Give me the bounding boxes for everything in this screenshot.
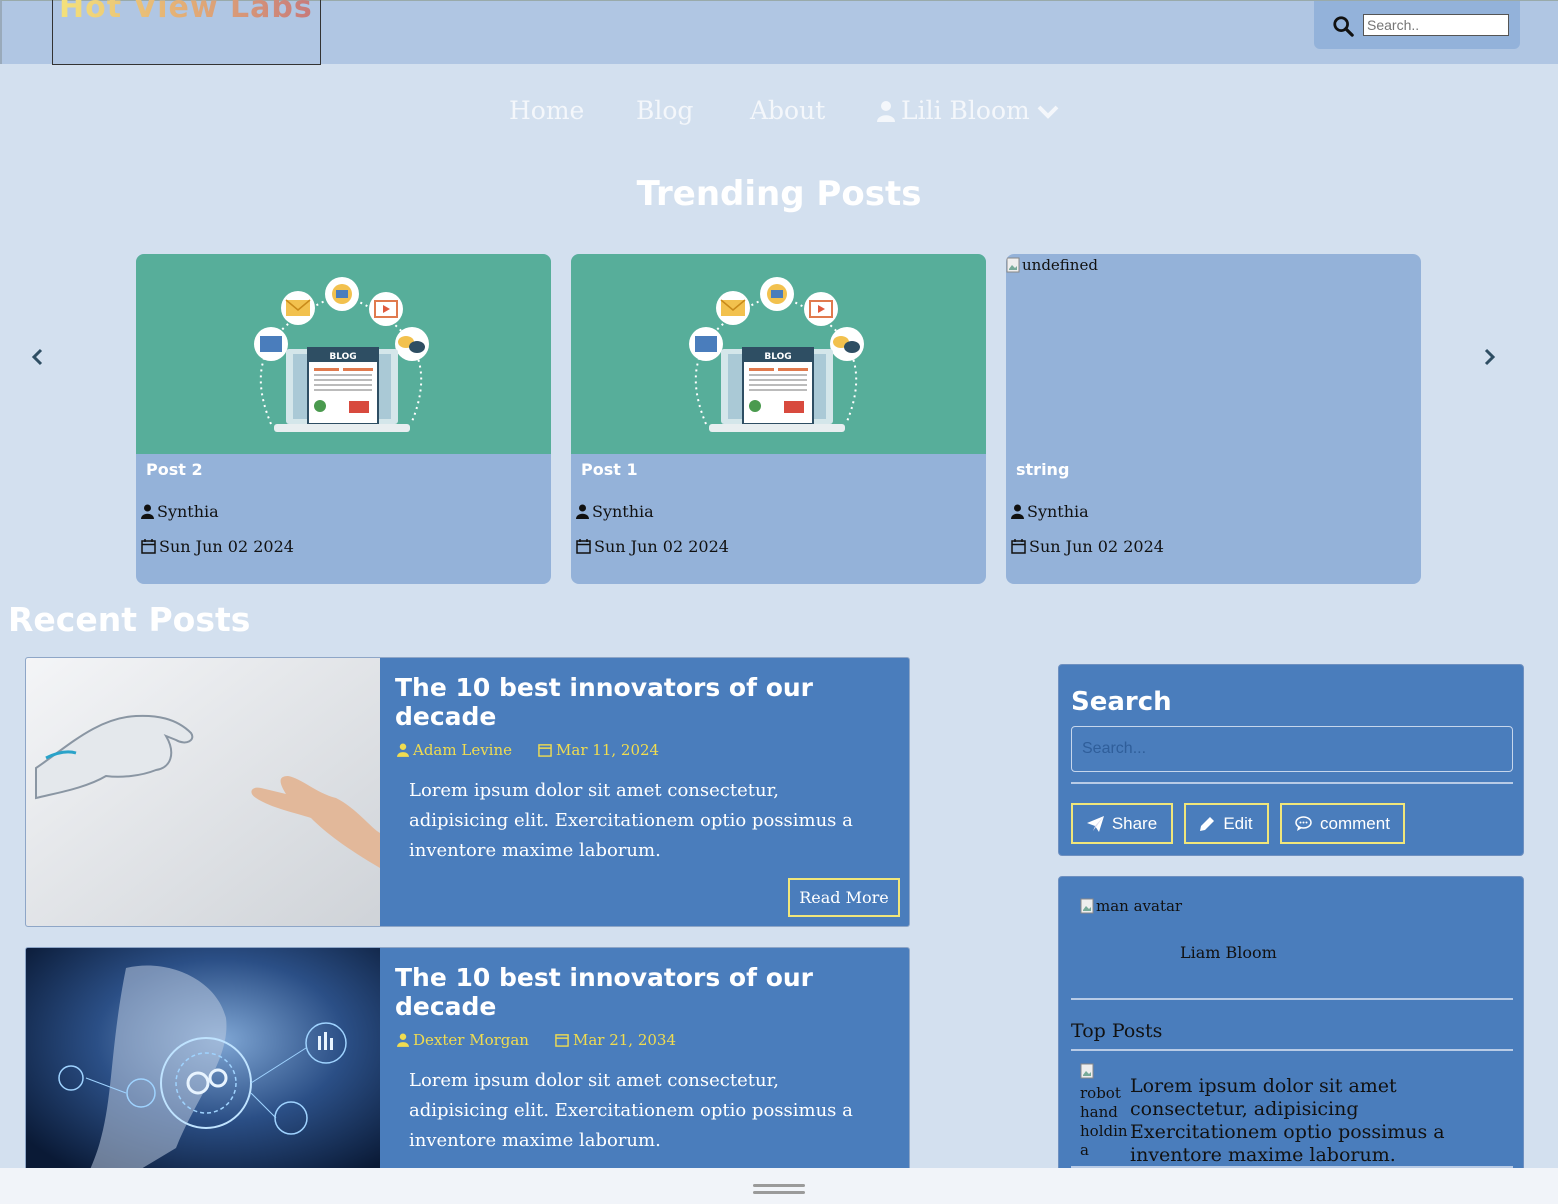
- recent-post: The 10 best innovators of our decade Dex…: [25, 947, 910, 1177]
- logo[interactable]: Hot View Labs: [52, 0, 321, 65]
- calendar-icon: [141, 539, 156, 554]
- card-date: Sun Jun 02 2024: [576, 537, 729, 556]
- calendar-icon: [1011, 539, 1026, 554]
- broken-image-icon: [1006, 257, 1020, 273]
- sidebar-profile-panel: man avatar Liam Bloom Top Posts robot ha…: [1058, 876, 1524, 1176]
- logo-text: Hot View Labs: [59, 0, 313, 25]
- tech-gears-image: [26, 948, 380, 1176]
- broken-image: undefined: [1006, 256, 1098, 274]
- trending-card[interactable]: BLOG Post 2 Synthia Sun Jun 02 2024: [136, 254, 551, 584]
- trending-card[interactable]: BLOG Post 1 Synthia Sun Jun 02 2024: [571, 254, 986, 584]
- robot-hand-image: [26, 658, 380, 926]
- divider: [1071, 1049, 1513, 1051]
- main-nav: Home Blog About Lili Bloom: [0, 96, 1558, 136]
- top-posts-heading: Top Posts: [1071, 1020, 1163, 1042]
- top-post-text[interactable]: Lorem ipsum dolor sit amet consectetur, …: [1130, 1075, 1490, 1167]
- card-date: Sun Jun 02 2024: [1011, 537, 1164, 556]
- sidebar-search-panel: Search Share Edit comment: [1058, 664, 1524, 856]
- card-author: Synthia: [141, 502, 219, 521]
- calendar-icon: [576, 539, 591, 554]
- user-icon: [397, 743, 409, 757]
- carousel-next-icon[interactable]: [1479, 347, 1499, 367]
- divider: [1071, 782, 1513, 784]
- user-icon: [141, 504, 154, 519]
- avatar: man avatar: [1080, 897, 1182, 915]
- nav-user-menu[interactable]: Lili Bloom: [877, 96, 1060, 125]
- top-post-image[interactable]: robot hand holdin a: [1080, 1063, 1128, 1160]
- blog-illustration: BLOG: [571, 254, 986, 454]
- user-icon: [397, 1033, 409, 1047]
- top-bar: Hot View Labs: [0, 0, 1558, 65]
- broken-image-icon: [1080, 1063, 1094, 1079]
- search-icon[interactable]: [1332, 15, 1354, 37]
- share-button[interactable]: Share: [1071, 803, 1173, 844]
- card-date: Sun Jun 02 2024: [141, 537, 294, 556]
- post-title[interactable]: The 10 best innovators of our decade: [395, 673, 855, 731]
- post-meta: Adam Levine Mar 11, 2024: [397, 741, 659, 759]
- broken-image-icon: [1080, 898, 1094, 914]
- post-date: Mar 21, 2034: [555, 1031, 676, 1049]
- nav-user-name: Lili Bloom: [901, 96, 1030, 125]
- nav-about[interactable]: About: [750, 96, 825, 125]
- card-title[interactable]: string: [1016, 460, 1069, 479]
- user-icon: [576, 504, 589, 519]
- post-excerpt: Lorem ipsum dolor sit amet consectetur, …: [409, 1070, 853, 1151]
- user-icon: [877, 100, 895, 122]
- sidebar-search-input[interactable]: [1071, 726, 1513, 772]
- card-title[interactable]: Post 2: [146, 460, 203, 479]
- calendar-icon: [538, 744, 552, 757]
- chevron-down-icon: [1037, 105, 1059, 119]
- comment-button[interactable]: comment: [1280, 803, 1405, 844]
- svg-text:BLOG: BLOG: [764, 352, 791, 362]
- svg-text:BLOG: BLOG: [329, 352, 356, 362]
- nav-home[interactable]: Home: [509, 96, 584, 125]
- divider: [1071, 998, 1513, 1000]
- recent-posts-title: Recent Posts: [8, 600, 251, 639]
- header-search-input[interactable]: [1363, 14, 1509, 36]
- post-meta: Dexter Morgan Mar 21, 2034: [397, 1031, 676, 1049]
- carousel-prev-icon[interactable]: [28, 347, 48, 367]
- profile-name[interactable]: Liam Bloom: [1180, 943, 1277, 962]
- comment-icon: [1295, 816, 1312, 831]
- sidebar-search-title: Search: [1071, 687, 1172, 717]
- blog-illustration: BLOG: [136, 254, 551, 454]
- trending-card[interactable]: undefined string Synthia Sun Jun 02 2024: [1006, 254, 1421, 584]
- recent-post: The 10 best innovators of our decade Ada…: [25, 657, 910, 927]
- bottom-drawer-bar: [0, 1168, 1558, 1204]
- read-more-button[interactable]: Read More: [788, 878, 900, 917]
- post-author[interactable]: Dexter Morgan: [397, 1031, 529, 1049]
- nav-blog[interactable]: Blog: [636, 96, 693, 125]
- card-author: Synthia: [1011, 502, 1089, 521]
- header-search: [1314, 1, 1520, 49]
- post-date: Mar 11, 2024: [538, 741, 659, 759]
- send-icon: [1086, 815, 1104, 832]
- trending-title: Trending Posts: [636, 174, 922, 214]
- drag-handle-line: [753, 1191, 805, 1194]
- edit-button[interactable]: Edit: [1184, 803, 1269, 844]
- post-title[interactable]: The 10 best innovators of our decade: [395, 963, 855, 1021]
- post-excerpt: Lorem ipsum dolor sit amet consectetur, …: [409, 780, 853, 861]
- pencil-icon: [1200, 817, 1215, 831]
- user-icon: [1011, 504, 1024, 519]
- calendar-icon: [555, 1034, 569, 1047]
- post-author[interactable]: Adam Levine: [397, 741, 512, 759]
- card-title[interactable]: Post 1: [581, 460, 638, 479]
- card-author: Synthia: [576, 502, 654, 521]
- drag-handle-icon[interactable]: [753, 1184, 805, 1187]
